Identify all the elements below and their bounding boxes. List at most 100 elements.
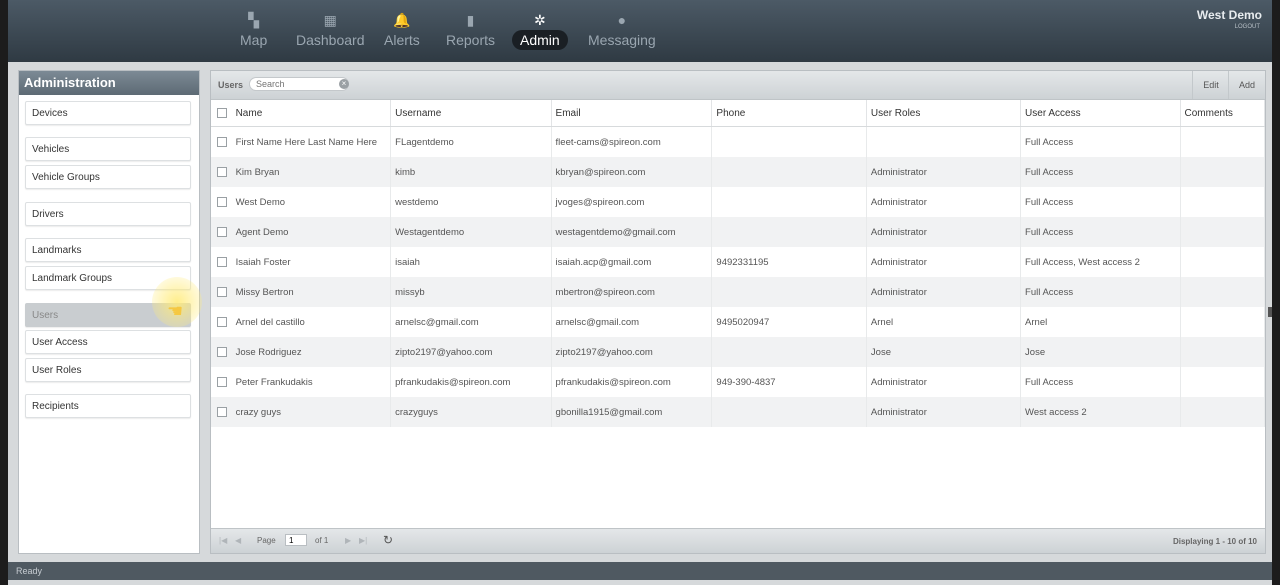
nav-map[interactable]: ▚ Map: [232, 10, 275, 54]
sidebar-item-landmark-groups[interactable]: Landmark Groups: [25, 266, 191, 290]
table-row[interactable]: First Name Here Last Name Here FLagentdem…: [211, 126, 1265, 157]
cell-phone: 9492331195: [711, 247, 867, 277]
nav-alerts[interactable]: 🔔 Alerts: [376, 10, 428, 54]
nav-messaging[interactable]: ● Messaging: [580, 10, 664, 54]
table-row[interactable]: Peter Frankudakis pfrankudakis@spireon.co…: [211, 367, 1265, 397]
cell-email: gbonilla1915@gmail.com: [551, 397, 713, 427]
cell-phone: [711, 126, 867, 157]
cell-email: westagentdemo@gmail.com: [551, 217, 713, 247]
nav-dashboard[interactable]: ▦ Dashboard: [288, 10, 373, 54]
page-count-label: of 1: [315, 536, 329, 545]
row-checkbox[interactable]: [217, 136, 227, 147]
column-header-username[interactable]: Username: [390, 100, 552, 127]
row-select-cell: [211, 367, 232, 397]
cell-comments: [1180, 157, 1265, 187]
column-header-user-access[interactable]: User Access: [1020, 100, 1181, 127]
cell-user-access: Full Access: [1020, 157, 1181, 187]
sidebar-item-drivers[interactable]: Drivers: [25, 202, 191, 226]
sidebar-title: Administration: [19, 71, 199, 95]
row-checkbox[interactable]: [217, 196, 227, 207]
status-bar: Ready: [8, 562, 1272, 580]
nav-admin[interactable]: ✲ Admin: [512, 10, 568, 54]
cell-user-roles: Administrator: [866, 157, 1022, 187]
search-input[interactable]: [249, 77, 349, 91]
next-page-icon[interactable]: ▶: [345, 536, 351, 545]
select-all-checkbox[interactable]: [217, 107, 227, 118]
column-header-phone[interactable]: Phone: [711, 100, 867, 127]
sidebar-item-user-roles[interactable]: User Roles: [25, 358, 191, 382]
column-header-email[interactable]: Email: [551, 100, 713, 127]
cell-email: kbryan@spireon.com: [551, 157, 713, 187]
cell-email: jvoges@spireon.com: [551, 187, 713, 217]
sidebar-item-vehicles[interactable]: Vehicles: [25, 137, 191, 161]
clear-search-icon[interactable]: ×: [339, 79, 349, 89]
nav-label: Messaging: [588, 32, 656, 48]
prev-page-icon[interactable]: ◀: [235, 536, 241, 545]
table-row[interactable]: crazy guys crazyguys gbonilla1915@gmail.co…: [211, 397, 1265, 427]
table-row[interactable]: Jose Rodriguez zipto2197@yahoo.com zipto21…: [211, 337, 1265, 367]
logout-link[interactable]: LOGOUT: [1235, 24, 1260, 30]
nav-reports[interactable]: ▮ Reports: [438, 10, 503, 54]
cell-user-access: Full Access: [1020, 277, 1181, 307]
sidebar-item-landmarks[interactable]: Landmarks: [25, 238, 191, 262]
table-row[interactable]: Arnel del castillo arnelsc@gmail.com arnel…: [211, 307, 1265, 337]
row-checkbox[interactable]: [217, 286, 227, 297]
cell-name: Isaiah Foster: [231, 247, 392, 277]
cell-user-roles: Arnel: [866, 307, 1022, 337]
cell-comments: [1180, 367, 1265, 397]
current-user-name: West Demo: [1196, 8, 1262, 22]
cell-comments: [1180, 217, 1265, 247]
table-row[interactable]: Kim Bryan kimb kbryan@spireon.com Administr…: [211, 157, 1265, 187]
page-number-input[interactable]: [285, 534, 307, 546]
app-window: ▚ Map ▦ Dashboard 🔔 Alerts ▮ Reports ✲ Admin ● Mess…: [8, 0, 1272, 585]
row-checkbox[interactable]: [217, 346, 227, 357]
cell-phone: [711, 337, 867, 367]
cell-user-access: West access 2: [1020, 397, 1181, 427]
add-button[interactable]: Add: [1228, 71, 1265, 99]
sidebar-item-devices[interactable]: Devices: [25, 101, 191, 125]
cell-user-access: Full Access: [1020, 367, 1181, 397]
edit-button[interactable]: Edit: [1192, 71, 1229, 99]
cell-email: isaiah.acp@gmail.com: [551, 247, 713, 277]
last-page-icon[interactable]: ▶|: [359, 536, 367, 545]
table-row[interactable]: Isaiah Foster isaiah isaiah.acp@gmail.com 9…: [211, 247, 1265, 277]
cell-user-roles: [866, 126, 1022, 157]
column-header-user-roles[interactable]: User Roles: [866, 100, 1022, 127]
display-count: Displaying 1 - 10 of 10: [1172, 537, 1257, 546]
row-select-cell: [211, 307, 232, 337]
table-row[interactable]: West Demo westdemo jvoges@spireon.com Admin…: [211, 187, 1265, 217]
row-checkbox[interactable]: [217, 406, 227, 417]
table-row[interactable]: Agent Demo Westagentdemo westagentdemo@gma…: [211, 217, 1265, 247]
cell-phone: [711, 217, 867, 247]
gear-icon: ✲: [533, 12, 546, 28]
row-checkbox[interactable]: [217, 316, 227, 327]
cell-name: First Name Here Last Name Here: [231, 126, 392, 157]
table-row[interactable]: Missy Bertron missyb mbertron@spireon.com A…: [211, 277, 1265, 307]
sidebar-item-recipients[interactable]: Recipients: [25, 394, 191, 418]
row-checkbox[interactable]: [217, 256, 227, 267]
row-checkbox[interactable]: [217, 166, 227, 177]
cell-user-access: Arnel: [1020, 307, 1181, 337]
cell-comments: [1180, 307, 1265, 337]
panel-resize-handle[interactable]: [1268, 307, 1272, 317]
column-header-comments[interactable]: Comments: [1180, 100, 1265, 127]
cell-user-roles: Administrator: [866, 217, 1022, 247]
pagination-bar: |◀ ◀ Page of 1 ▶ ▶| ↻ Displaying 1 - 10 …: [211, 528, 1265, 553]
panel-title: Users: [218, 80, 244, 90]
column-header-name[interactable]: Name: [231, 100, 392, 127]
row-checkbox[interactable]: [217, 376, 227, 387]
cell-comments: [1180, 187, 1265, 217]
row-select-cell: [211, 247, 232, 277]
cell-comments: [1180, 397, 1265, 427]
row-checkbox[interactable]: [217, 226, 227, 237]
sidebar-item-user-access[interactable]: User Access: [25, 330, 191, 354]
cell-username: Westagentdemo: [390, 217, 552, 247]
chat-icon: ●: [617, 12, 627, 28]
refresh-icon[interactable]: ↻: [383, 533, 393, 547]
first-page-icon[interactable]: |◀: [219, 536, 227, 545]
sidebar-item-vehicle-groups[interactable]: Vehicle Groups: [25, 165, 191, 189]
cell-comments: [1180, 277, 1265, 307]
nav-label: Reports: [446, 32, 496, 48]
row-select-cell: [211, 187, 232, 217]
hand-cursor-icon: ☚: [167, 301, 184, 321]
